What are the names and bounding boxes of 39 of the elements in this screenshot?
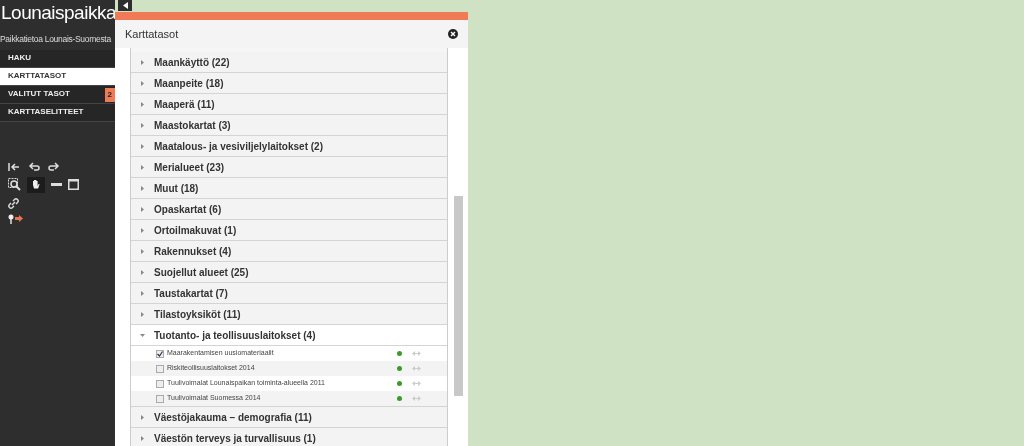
checkbox[interactable] [156,379,164,388]
triangle-right-icon [140,269,145,275]
subtitle: Paikkatietoa Lounais-Suomesta [0,33,112,46]
triangle-right-icon [140,290,145,296]
close-icon[interactable] [448,29,458,39]
triangle-right-icon [140,122,145,128]
checkbox[interactable] [156,394,164,403]
zoom-box-icon[interactable] [8,178,21,192]
triangle-right-icon [140,143,145,149]
triangle-right-icon [140,206,145,212]
checkbox[interactable] [156,349,164,358]
triangle-right-icon [140,435,145,441]
checkbox[interactable] [156,364,164,373]
previous-view-icon[interactable] [8,161,20,172]
triangle-down-icon [140,332,145,338]
count-badge: 2 [104,87,115,102]
hand-icon [31,179,41,191]
pan-tool-button[interactable] [27,176,45,193]
triangle-right-icon [140,80,145,86]
redo-icon[interactable] [48,161,60,172]
link-icon[interactable] [8,197,19,209]
undo-icon[interactable] [28,161,40,172]
pin-arrow-icon[interactable] [8,213,24,224]
measure-area-icon[interactable] [68,179,79,191]
triangle-right-icon [140,311,145,317]
triangle-right-icon [140,101,145,107]
category-row[interactable]: Tuotanto- ja teollisuuslaitokset (4) [131,325,447,346]
collapse-button[interactable] [118,0,132,11]
logo: Lounaispaikka [0,1,115,25]
triangle-right-icon [140,248,145,254]
triangle-right-icon [140,227,145,233]
triangle-left-icon [122,2,128,9]
triangle-right-icon [140,185,145,191]
panel-title: Karttatasot [125,26,179,42]
triangle-right-icon [140,164,145,170]
scrollbar-thumb[interactable] [454,196,463,396]
triangle-right-icon [140,59,145,65]
triangle-right-icon [140,414,145,420]
menu-item[interactable]: HAKU [0,49,115,68]
